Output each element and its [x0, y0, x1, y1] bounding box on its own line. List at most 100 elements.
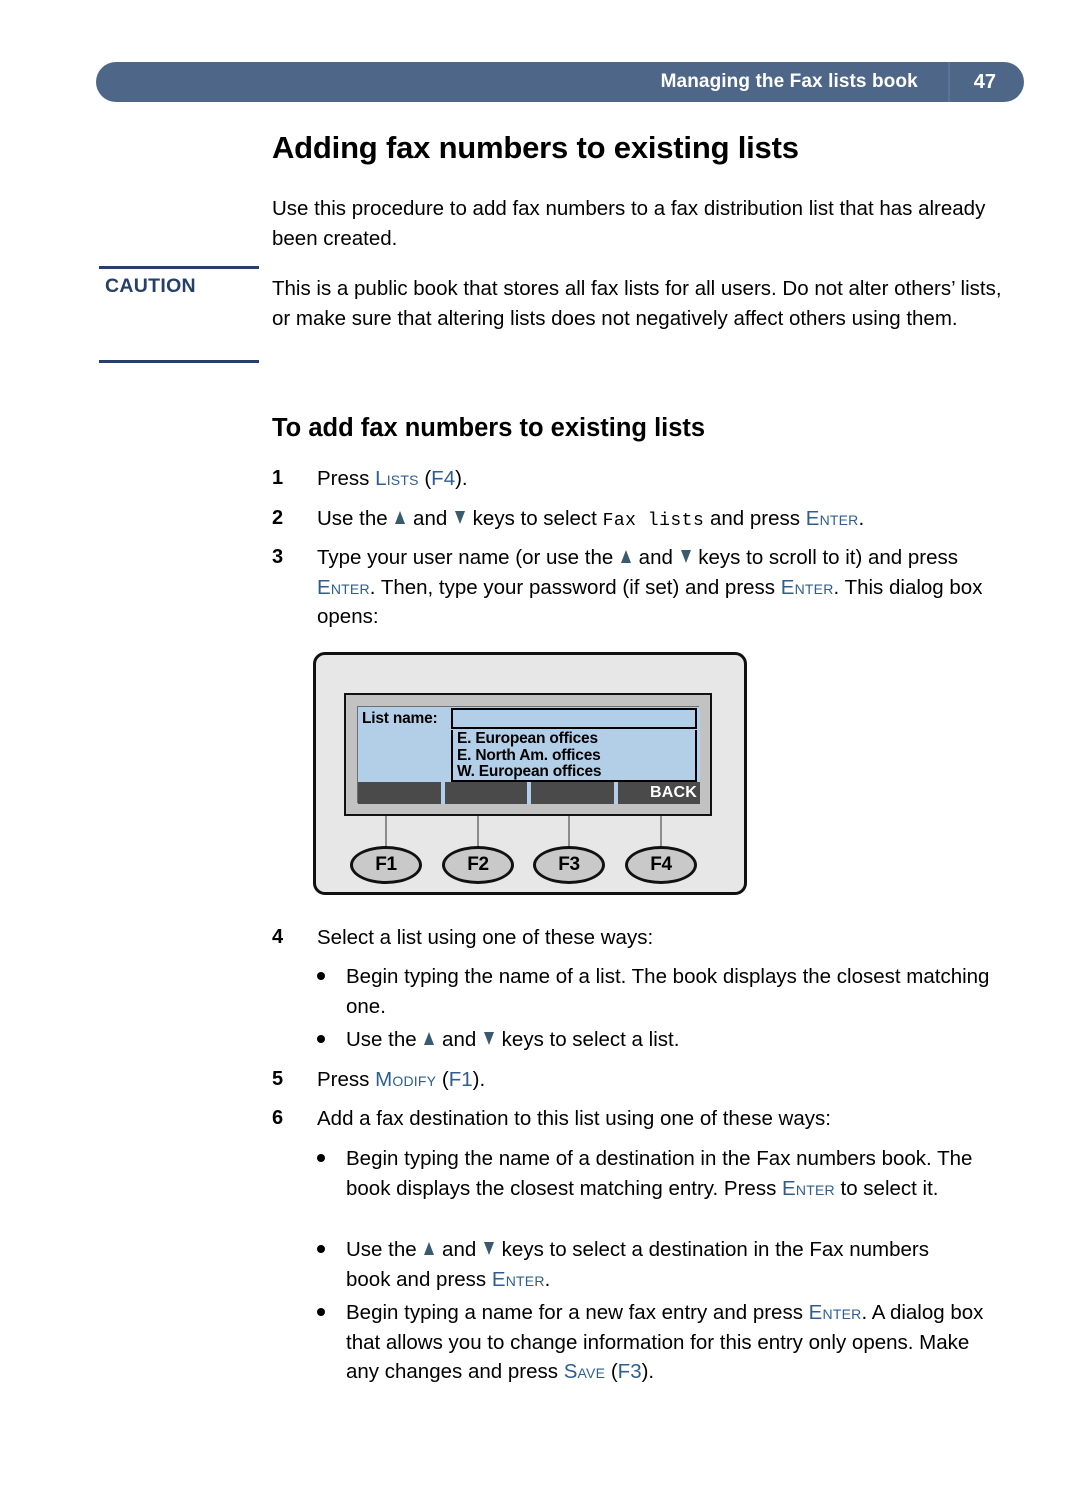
- header-title: Managing the Fax lists book: [660, 71, 918, 92]
- step-5-text-b: (: [436, 1068, 449, 1091]
- step-1-text-a: Press: [317, 467, 376, 490]
- bullet-dot-icon: [317, 1245, 325, 1253]
- step-1-number: 1: [272, 467, 284, 489]
- softkey-f4-back[interactable]: BACK: [617, 782, 700, 804]
- step-6: 6 Add a fax destination to this list usi…: [272, 1104, 1014, 1134]
- softkey-f2[interactable]: [444, 782, 527, 804]
- bullet-5-text-c: (: [605, 1360, 618, 1383]
- key-enter: Enter: [805, 507, 859, 530]
- arrow-down-icon: [680, 550, 691, 563]
- bullet-item: Begin typing the name of a list. The boo…: [272, 962, 1014, 1021]
- step-5-number: 5: [272, 1068, 284, 1090]
- bullet-item: Use the and keys to select a list.: [272, 1025, 1014, 1055]
- softkey-bar: BACK: [358, 782, 700, 804]
- bullet-item: Begin typing the name of a destination i…: [272, 1144, 1014, 1203]
- bullet-item: Use the and keys to select a destination…: [272, 1235, 1014, 1294]
- caution-rule-top: [99, 266, 259, 269]
- list-item[interactable]: W. European offices: [457, 763, 695, 781]
- list-dropdown[interactable]: E. European offices E. North Am. offices…: [451, 730, 697, 782]
- bullet-2-text-c: keys to select a list.: [495, 1028, 680, 1051]
- fkey-f1-ref: F1: [448, 1068, 473, 1091]
- step-3: 3 Type your user name (or use the and ke…: [272, 543, 1014, 632]
- step-2-text-e: .: [858, 507, 865, 530]
- bullet-3-text: Begin typing the name of a destination i…: [346, 1144, 976, 1203]
- step-3-text: Type your user name (or use the and keys…: [317, 543, 1014, 632]
- list-item[interactable]: E. North Am. offices: [457, 747, 695, 765]
- fkey-connector-f3: [568, 816, 570, 850]
- arrow-down-icon: [483, 1032, 494, 1045]
- step-6-number: 6: [272, 1107, 284, 1129]
- arrow-up-icon: [424, 1032, 435, 1045]
- key-save: Save: [563, 1360, 606, 1383]
- function-key-f4[interactable]: F4: [625, 846, 697, 884]
- step-5-text: Press Modify (F1).: [317, 1065, 1014, 1095]
- step-6-text: Add a fax destination to this list using…: [317, 1107, 831, 1130]
- step-2-number: 2: [272, 507, 284, 529]
- bullet-5-text: Begin typing a name for a new fax entry …: [346, 1298, 996, 1387]
- caution-rule-bottom: [99, 360, 259, 363]
- step-5-text-a: Press: [317, 1068, 376, 1091]
- page-header-bar: Managing the Fax lists book 47: [96, 62, 1024, 102]
- key-lists: Lists: [375, 467, 419, 490]
- step-3-text-b: and: [632, 546, 679, 569]
- softkey-f1[interactable]: [358, 782, 441, 804]
- function-key-f2[interactable]: F2: [442, 846, 514, 884]
- function-key-f1[interactable]: F1: [350, 846, 422, 884]
- bullet-4-text-a: Use the: [346, 1238, 423, 1261]
- list-item[interactable]: E. European offices: [457, 730, 695, 748]
- function-key-f2-label: F2: [467, 854, 489, 875]
- step-2: 2 Use the and keys to select Fax lists a…: [272, 504, 1014, 537]
- bullet-dot-icon: [317, 1154, 325, 1162]
- softkey-f4-label: BACK: [649, 784, 697, 801]
- key-enter: Enter: [808, 1301, 862, 1324]
- key-enter: Enter: [780, 575, 834, 599]
- lcd-bezel: List name: E. European offices E. North …: [344, 693, 712, 816]
- list-name-label: List name:: [362, 710, 438, 727]
- bullet-4-text-d: .: [544, 1267, 551, 1291]
- page-number: 47: [973, 70, 996, 93]
- bullet-5-text-a: Begin typing a name for a new fax entry …: [346, 1301, 809, 1324]
- function-key-f3[interactable]: F3: [533, 846, 605, 884]
- bullet-4-text-b: and: [436, 1238, 482, 1261]
- arrow-up-icon: [395, 511, 406, 524]
- bullet-2-text-a: Use the: [346, 1028, 423, 1051]
- lcd-screen: List name: E. European offices E. North …: [358, 707, 700, 804]
- arrow-up-icon: [620, 550, 631, 563]
- fkey-f3-ref: F3: [617, 1360, 642, 1383]
- list-name-input[interactable]: [451, 708, 697, 729]
- function-key-row: F1 F2 F3 F4: [344, 846, 712, 886]
- step-3-text-a: Type your user name (or use the: [317, 546, 619, 569]
- bullet-5-text-d: ).: [641, 1360, 655, 1383]
- step-4-text: Select a list using one of these ways:: [317, 926, 654, 949]
- step-3-text-c: keys to scroll to it) and press: [692, 546, 959, 569]
- key-enter: Enter: [317, 575, 370, 599]
- step-4-number: 4: [272, 926, 284, 948]
- step-2-text-c: keys to select: [466, 507, 603, 530]
- bullet-1-text: Begin typing the name of a list. The boo…: [346, 965, 990, 1018]
- step-3-text-d: . Then, type your password (if set) and …: [369, 575, 781, 599]
- arrow-down-icon: [483, 1242, 494, 1255]
- step-2-text-b: and: [407, 507, 453, 530]
- key-modify: Modify: [375, 1068, 437, 1091]
- fkey-connector-lines: [344, 816, 712, 850]
- bullet-dot-icon: [317, 972, 325, 980]
- step-3-number: 3: [272, 546, 284, 568]
- control-panel-illustration: List name: E. European offices E. North …: [313, 652, 747, 895]
- step-1-text-b: (: [418, 467, 432, 490]
- softkey-f3[interactable]: [531, 782, 614, 804]
- step-5: 5 Press Modify (F1).: [272, 1065, 1014, 1095]
- menu-item-fax-lists: Fax lists: [602, 511, 705, 531]
- bullet-2-text: Use the and keys to select a list.: [346, 1025, 1014, 1055]
- step-1-text: Press Lists (F4).: [317, 464, 1014, 494]
- bullet-4-text: Use the and keys to select a destination…: [346, 1235, 946, 1294]
- bullet-dot-icon: [317, 1308, 325, 1316]
- caution-label: CAUTION: [105, 275, 196, 297]
- fkey-connector-f2: [477, 816, 479, 850]
- function-key-f1-label: F1: [375, 854, 397, 875]
- step-5-text-c: ).: [472, 1068, 486, 1091]
- step-2-text-d: and press: [704, 507, 806, 530]
- key-enter: Enter: [782, 1176, 835, 1200]
- step-2-text-a: Use the: [317, 507, 394, 530]
- step-1: 1 Press Lists (F4).: [272, 464, 1014, 494]
- page-title: Adding fax numbers to existing lists: [272, 130, 799, 165]
